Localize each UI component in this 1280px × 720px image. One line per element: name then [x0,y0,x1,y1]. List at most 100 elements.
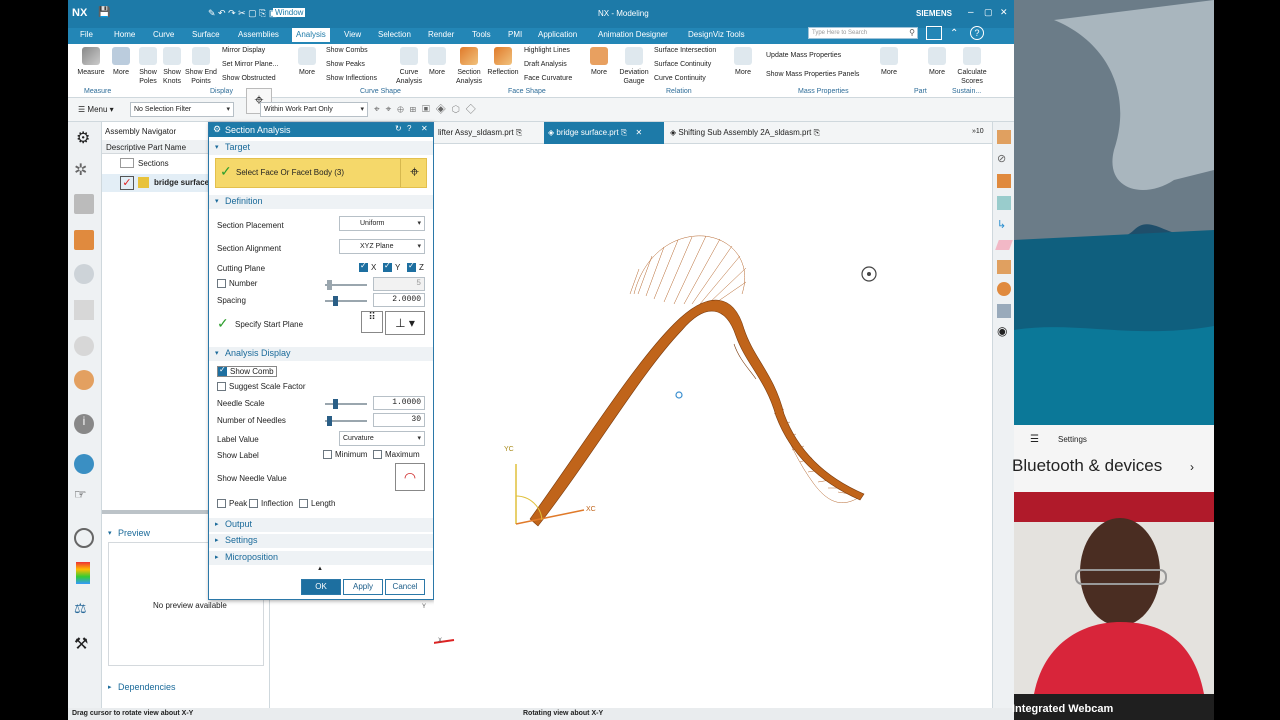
show-poles-button[interactable]: Show Poles [136,47,160,86]
maximum-checkbox[interactable]: Maximum [373,450,420,460]
plane-type-dropdown[interactable]: ⊥ ▾ [385,311,425,335]
dialog-title-bar[interactable]: ⚙ Section Analysis ↻ ? ✕ [209,123,433,137]
menu-animation-designer[interactable]: Animation Designer [598,30,668,39]
plane-icon[interactable] [995,240,1013,250]
show-combs-button[interactable]: Show Combs [326,47,368,54]
graphics-window[interactable]: YC XC Y X [419,144,992,710]
tab-lifter-assy[interactable]: lifter Assy_sldasm.prt ⎘ [434,122,544,144]
measure-button[interactable]: Measure [74,47,108,77]
spacing-field[interactable]: 2.0000 [373,293,425,307]
assembly-navigator-icon[interactable] [74,230,94,250]
view-icon[interactable] [997,196,1011,210]
menu-designviz-tools[interactable]: DesignViz Tools [688,30,745,39]
needle-scale-slider[interactable] [325,399,367,409]
snapshot-icon[interactable] [997,282,1011,296]
hamburger-icon[interactable]: ☰ [1030,434,1039,445]
globe-icon[interactable] [74,454,94,474]
cut-x-checkbox[interactable]: X [359,261,376,273]
face-more-button[interactable]: More [586,47,612,77]
show-comb-checkbox[interactable]: Show Comb [217,365,277,378]
calculate-scores-button[interactable]: Calculate Scores [952,47,992,86]
menu-pmi[interactable]: PMI [508,30,522,39]
number-field[interactable]: 5 [373,277,425,291]
section-icon[interactable] [997,304,1011,318]
menu-tools[interactable]: Tools [472,30,491,39]
menu-button[interactable]: ☰ Menu ▾ [78,105,114,114]
update-mass-properties-button[interactable]: Update Mass Properties [766,52,841,59]
fullscreen-icon[interactable] [926,26,942,40]
selection-scope-dropdown[interactable]: Within Work Part Only [260,102,368,117]
history-icon[interactable] [74,528,94,548]
number-of-needles-field[interactable]: 30 [373,413,425,427]
selection-filter-dropdown[interactable]: No Selection Filter [130,102,234,117]
tab-shifting-sub-assembly[interactable]: ◈ Shifting Sub Assembly 2A_sldasm.prt ⎘ [666,122,866,144]
slider-thumb[interactable] [327,416,332,426]
slider-thumb[interactable] [333,296,338,306]
menu-file[interactable]: File [80,30,93,39]
settings-icon[interactable]: ✲ [74,160,87,180]
minimize-icon[interactable]: – [968,7,974,18]
crosshair-icon[interactable]: ⌖ [400,159,428,187]
snap-icons[interactable]: ⌖⌖⊕⊞▣◈⬡◇ [374,104,482,115]
command-search[interactable]: Type Here to Search ⚲ [808,27,918,39]
show-inflections-button[interactable]: Show Inflections [326,75,377,82]
inflection-checkbox[interactable]: Inflection [249,499,293,509]
slider-thumb[interactable] [327,280,332,290]
curve-more-button[interactable]: More [424,47,450,77]
menu-selection[interactable]: Selection [378,30,411,39]
dependencies-panel-header[interactable]: ▸ Dependencies [102,680,270,694]
tab-overflow-button[interactable]: »10 [972,128,984,135]
draft-analysis-button[interactable]: Draft Analysis [524,61,567,68]
suggest-scale-checkbox[interactable]: Suggest Scale Factor [217,382,305,392]
up-arrow-icon[interactable]: ⌃ [950,28,958,39]
part-more-button[interactable]: More [924,47,950,77]
menu-render[interactable]: Render [428,30,454,39]
needle-scale-field[interactable]: 1.0000 [373,396,425,410]
menu-assemblies[interactable]: Assemblies [238,30,279,39]
curve-continuity-button[interactable]: Curve Continuity [654,75,706,82]
display-more-button[interactable]: More [294,47,320,77]
palette-icon[interactable] [76,562,90,584]
shade-icon[interactable] [997,260,1011,274]
section-alignment-dropdown[interactable]: XYZ Plane [339,239,425,254]
help-icon[interactable]: ? [407,124,411,133]
output-section-header[interactable]: ▸ Output [209,518,433,532]
definition-section-header[interactable]: ▾ Definition [209,195,433,209]
hd3d-tools-icon[interactable] [74,336,94,356]
maximize-icon[interactable]: ▢ [984,7,993,18]
label-value-dropdown[interactable]: Curvature [339,431,425,446]
hand-icon[interactable]: ☞ [74,486,87,503]
settings-section-header[interactable]: ▸ Settings [209,534,433,548]
show-obstructed-button[interactable]: Show Obstructed [222,75,276,82]
reuse-library-icon[interactable] [74,300,94,320]
close-icon[interactable]: ✕ [636,128,643,137]
highlight-lines-button[interactable]: Highlight Lines [524,47,570,54]
reflection-button[interactable]: Reflection [486,47,520,77]
apply-button[interactable]: Apply [343,579,383,595]
eye-icon[interactable]: ◉ [997,324,1007,338]
info-icon[interactable]: i [74,414,94,434]
checkbox-icon[interactable]: ✓ [120,176,134,190]
menu-application[interactable]: Application [538,30,577,39]
reset-icon[interactable]: ↻ [395,124,402,133]
tools-icon[interactable]: ⚒ [74,634,88,654]
slider-thumb[interactable] [333,399,338,409]
constraint-navigator-icon[interactable] [74,264,94,284]
menu-surface[interactable]: Surface [192,30,220,39]
plane-dialog-icon[interactable]: ⠿ [361,311,383,333]
needle-value-icon[interactable]: ◠ [395,463,425,491]
mass-more-button[interactable]: More [876,47,902,77]
menu-curve[interactable]: Curve [153,30,174,39]
mirror-display-button[interactable]: Mirror Display [222,47,265,54]
show-peaks-button[interactable]: Show Peaks [326,61,365,68]
deviation-gauge-button[interactable]: Deviation Gauge [616,47,652,86]
ok-button[interactable]: OK [301,579,341,595]
cut-y-checkbox[interactable]: Y [383,261,400,273]
face-curvature-button[interactable]: Face Curvature [524,75,572,82]
layer-icon[interactable] [997,174,1011,188]
save-icon[interactable]: 💾 [98,7,110,18]
collapse-arrow-icon[interactable]: ▲ [317,566,323,572]
render-style-icon[interactable] [997,130,1011,144]
set-mirror-plane-button[interactable]: Set Mirror Plane... [222,61,278,68]
help-icon[interactable]: ? [970,26,984,40]
